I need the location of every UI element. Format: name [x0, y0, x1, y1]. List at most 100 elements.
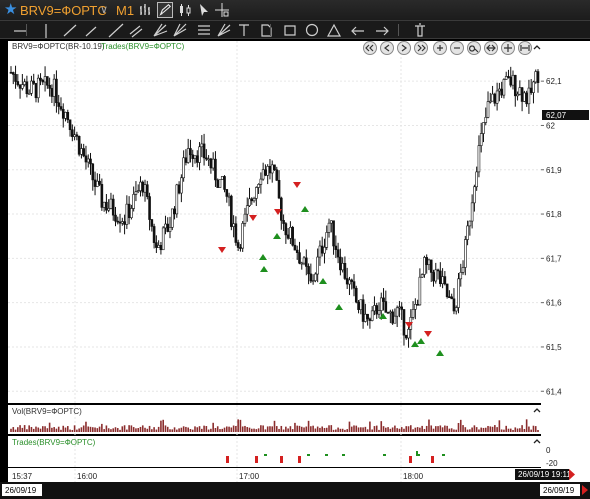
candle-body — [93, 179, 97, 187]
volume-bar — [232, 425, 235, 432]
price-pane[interactable] — [8, 41, 541, 403]
volume-bar — [230, 427, 233, 432]
candle-body — [273, 164, 276, 171]
candle-body — [39, 77, 42, 81]
candle-body — [14, 74, 17, 82]
volume-bar — [280, 425, 283, 432]
favorite-star-icon[interactable]: ★ — [4, 2, 17, 18]
parallel-channel-icon[interactable] — [129, 25, 143, 38]
candle-body — [71, 129, 74, 137]
volume-bar — [421, 425, 423, 432]
triangle-icon[interactable] — [326, 23, 342, 37]
volume-bar — [169, 429, 171, 432]
timeframe-selector[interactable]: M1 — [116, 3, 134, 18]
andrews-pitchfork-icon[interactable] — [153, 23, 168, 37]
volume-bar — [173, 427, 176, 432]
volume-bar — [432, 428, 435, 432]
candle-body — [73, 134, 76, 137]
volume-bar — [196, 427, 199, 432]
ellipse-icon[interactable] — [305, 23, 319, 37]
candles-icon[interactable] — [177, 2, 193, 18]
time-tick-label: 18:00 — [403, 472, 424, 481]
candle-body — [243, 213, 247, 224]
zoom-in-icon[interactable] — [433, 41, 447, 55]
trades-buy-bar — [325, 454, 328, 456]
fibonacci-icon[interactable] — [198, 25, 210, 35]
volume-bar — [525, 419, 528, 432]
chevron-down-icon[interactable]: ∨ — [100, 3, 108, 18]
symbol-selector[interactable]: BRV9=ФОРТС — [20, 3, 107, 18]
expand-icon[interactable] — [501, 41, 515, 55]
candle-body — [302, 257, 306, 264]
time-start-label: 15:37 — [12, 472, 33, 481]
extended-line-icon[interactable] — [108, 23, 124, 38]
candle-body — [230, 195, 233, 227]
candle-body — [43, 76, 47, 83]
candle-body — [393, 315, 397, 324]
candle-body — [139, 181, 142, 191]
candle-body — [227, 195, 231, 198]
zoom-fit-icon[interactable] — [467, 41, 481, 55]
candle-body — [368, 318, 372, 321]
candle-body — [411, 308, 415, 318]
candle-body — [468, 220, 472, 227]
candle-body — [266, 166, 269, 176]
scroll-left-icon[interactable] — [380, 41, 394, 55]
arrow-right-icon[interactable] — [376, 26, 389, 36]
volume-bar — [464, 427, 467, 432]
bar-chart-icon[interactable] — [138, 2, 154, 18]
candle-body — [132, 194, 135, 209]
volume-bar — [346, 429, 348, 432]
crosshair-icon[interactable] — [214, 2, 230, 18]
candle-body — [300, 262, 304, 265]
cursor-icon[interactable] — [196, 2, 212, 18]
price-label-icon[interactable] — [261, 24, 272, 37]
volume-bar — [244, 425, 246, 432]
trash-icon[interactable] — [415, 23, 425, 37]
candle-body — [307, 266, 310, 275]
volume-bar — [425, 425, 428, 432]
volume-bar — [391, 427, 394, 432]
volume-bar — [128, 425, 130, 432]
volume-bar — [480, 427, 483, 432]
volume-bar — [355, 425, 358, 432]
rectangle-icon[interactable] — [284, 25, 296, 36]
candle-body — [534, 71, 538, 83]
candle-body — [536, 71, 540, 83]
candle-body — [461, 267, 465, 273]
volume-bar — [264, 429, 267, 432]
candle-body — [527, 87, 531, 105]
volume-bar — [444, 425, 446, 432]
volume-bar — [53, 427, 55, 432]
scroll-right-icon[interactable] — [397, 41, 411, 55]
candle-body — [91, 163, 95, 181]
volume-bar — [316, 426, 319, 432]
fibonacci-fan-icon[interactable] — [217, 23, 231, 37]
candle-body — [325, 232, 329, 248]
volume-bar — [269, 426, 271, 432]
ray-icon[interactable] — [85, 26, 97, 37]
volume-bar — [35, 426, 37, 432]
scroll-end-icon[interactable] — [414, 41, 428, 55]
candle-body — [416, 304, 419, 306]
text-icon[interactable] — [239, 24, 249, 36]
candle-body — [121, 221, 124, 224]
volume-bar — [457, 422, 460, 432]
candle-body — [32, 80, 36, 84]
volume-bar — [387, 427, 389, 432]
chart-area[interactable]: 62,1 62 61,9 61,8 61,7 61,6 61,5 61,4 16:00 17:00… — [0, 39, 590, 499]
candle-body — [168, 227, 172, 232]
candle-body — [520, 87, 524, 102]
scroll-start-icon[interactable] — [363, 41, 377, 55]
trend-line-icon[interactable] — [63, 24, 77, 37]
candle-body — [389, 311, 392, 314]
zoom-out-icon[interactable] — [450, 41, 464, 55]
gann-fan-icon[interactable] — [173, 23, 187, 37]
candle-body — [311, 280, 315, 282]
volume-bar — [146, 428, 149, 432]
compress-icon[interactable] — [484, 41, 498, 55]
volume-bar — [305, 426, 308, 432]
pencil-tool-button[interactable] — [157, 2, 173, 18]
arrow-left-icon[interactable] — [351, 26, 364, 36]
fit-width-icon[interactable] — [518, 41, 532, 55]
